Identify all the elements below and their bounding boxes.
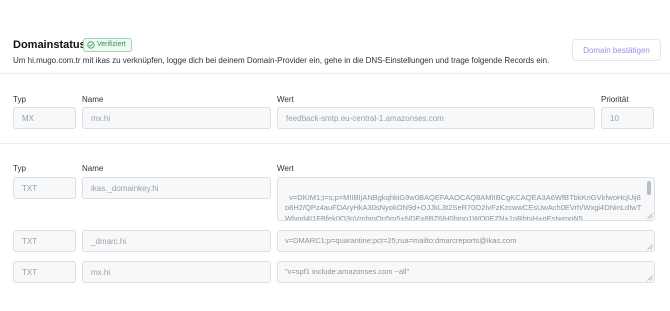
- spf-name-field[interactable]: mx.hi: [82, 261, 271, 283]
- txt-type-label: Typ: [13, 164, 26, 173]
- resize-handle-icon[interactable]: [647, 244, 653, 250]
- dmarc-name-field[interactable]: _dmarc.hi: [82, 230, 271, 252]
- mx-value-field[interactable]: feedback-smtp.eu-central-1.amazonses.com: [277, 107, 595, 129]
- dkim-value-textarea[interactable]: v=DKIM1;t=s;p=MIIBIjANBgkqhkiG9w0BAQEFAA…: [277, 177, 655, 221]
- spf-type-field[interactable]: TXT: [13, 261, 76, 283]
- status-badge-label: Verifiziert: [97, 41, 126, 48]
- check-circle-icon: [87, 41, 95, 49]
- mx-value-label: Wert: [277, 95, 294, 104]
- mx-name-label: Name: [82, 95, 104, 104]
- mx-type-label: Typ: [13, 95, 26, 104]
- txt-name-label: Name: [82, 164, 104, 173]
- mx-priority-field[interactable]: 10: [601, 107, 654, 129]
- resize-handle-icon[interactable]: [647, 213, 653, 219]
- dkim-value-text: v=DKIM1;t=s;p=MIIBIjANBgkqhkiG9w0BAQEFAA…: [285, 192, 642, 221]
- spf-value-text: "v=spf1 include:amazonses.com ~all": [285, 266, 410, 276]
- spf-value-textarea[interactable]: "v=spf1 include:amazonses.com ~all": [277, 261, 655, 283]
- mx-name-field[interactable]: mx.hi: [82, 107, 271, 129]
- txt-value-label: Wert: [277, 164, 294, 173]
- dmarc-value-textarea[interactable]: v=DMARC1;p=quarantine;pct=25;rua=mailto:…: [277, 230, 655, 252]
- status-badge: Verifiziert: [83, 38, 132, 52]
- verify-domain-button[interactable]: Domain bestätigen: [572, 39, 661, 61]
- dkim-type-field[interactable]: TXT: [13, 177, 76, 199]
- mx-type-field[interactable]: MX: [13, 107, 76, 129]
- instructions-text: Um hi.mugo.com.tr mit ikas zu verknüpfen…: [13, 56, 550, 65]
- page-title: Domainstatus: [13, 39, 86, 51]
- mx-priority-label: Priorität: [601, 95, 629, 104]
- dkim-name-field[interactable]: ikas._domainkey.hi: [82, 177, 271, 199]
- dmarc-type-field[interactable]: TXT: [13, 230, 76, 252]
- dmarc-value-text: v=DMARC1;p=quarantine;pct=25;rua=mailto:…: [285, 235, 517, 245]
- divider: [0, 143, 670, 144]
- divider: [0, 73, 670, 74]
- domain-status-header: Domainstatus Verifiziert Um hi.mugo.com.…: [13, 37, 661, 69]
- textarea-scrollbar[interactable]: [647, 181, 651, 195]
- resize-handle-icon[interactable]: [647, 275, 653, 281]
